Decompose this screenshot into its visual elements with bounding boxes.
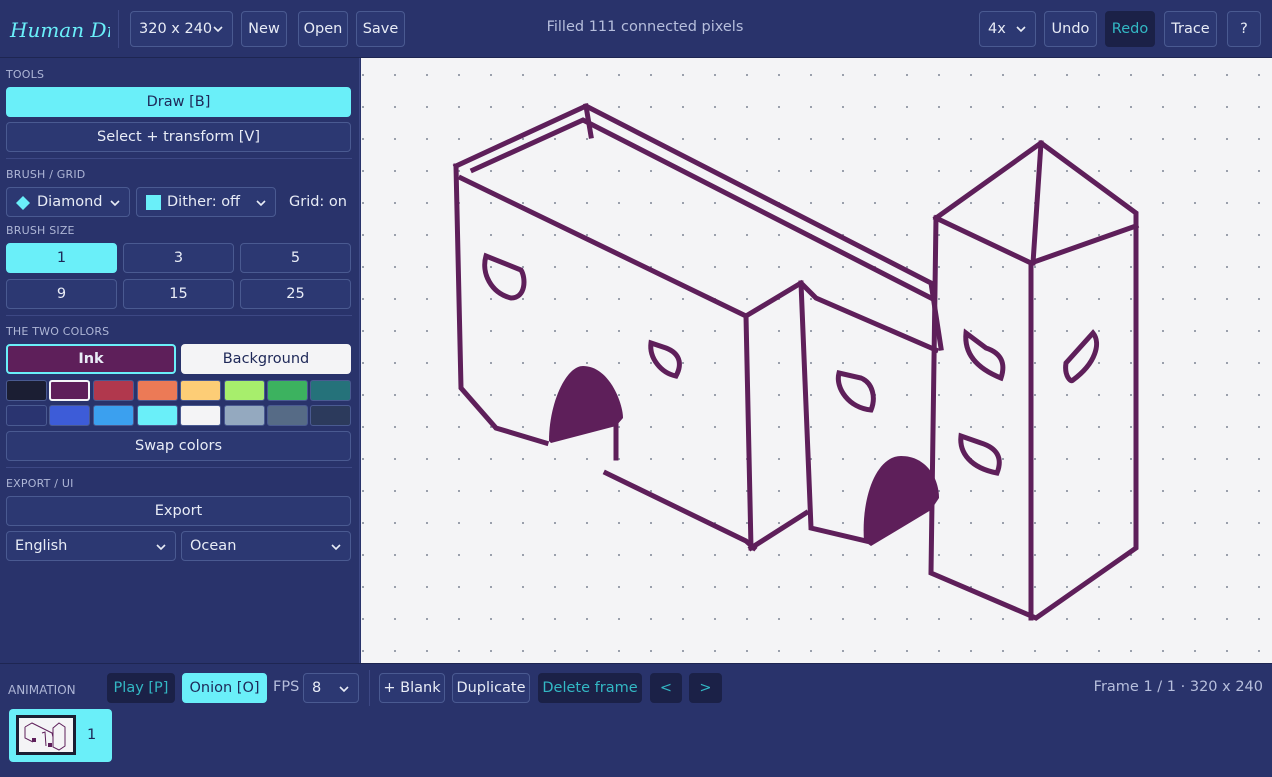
- status-message: Filled 111 connected pixels: [546, 19, 744, 35]
- undo-button[interactable]: Undo: [1044, 11, 1097, 47]
- onion-skin-button[interactable]: Onion [O]: [182, 673, 267, 703]
- play-button[interactable]: Play [P]: [107, 673, 175, 703]
- palette-swatch[interactable]: [137, 380, 178, 401]
- open-button[interactable]: Open: [298, 11, 348, 47]
- canvas-size-select[interactable]: 320 x 240: [130, 11, 233, 47]
- chevron-down-icon: [110, 200, 120, 207]
- frame-thumbnail[interactable]: 1: [9, 709, 112, 762]
- palette-swatch[interactable]: [180, 380, 221, 401]
- add-blank-frame-button[interactable]: + Blank: [379, 673, 445, 703]
- palette-swatch[interactable]: [267, 380, 308, 401]
- svg-text:Human Draw: Human Draw: [9, 18, 110, 42]
- grid-toggle[interactable]: Grid: on: [289, 194, 347, 210]
- canvas-drawing[interactable]: [361, 58, 1272, 663]
- export-heading: EXPORT / UI: [6, 477, 74, 490]
- animation-heading: ANIMATION: [8, 683, 76, 697]
- palette-swatch[interactable]: [310, 380, 351, 401]
- diamond-icon: [16, 196, 30, 210]
- fps-label: FPS: [273, 679, 300, 695]
- chevron-down-icon: [213, 26, 223, 33]
- language-select[interactable]: English: [6, 531, 176, 561]
- brush-size-9[interactable]: 9: [6, 279, 117, 309]
- brush-grid-heading: BRUSH / GRID: [6, 168, 86, 181]
- palette-swatch[interactable]: [93, 380, 134, 401]
- section-divider: [6, 467, 352, 468]
- redo-button[interactable]: Redo: [1105, 11, 1155, 47]
- colors-heading: THE TWO COLORS: [6, 325, 110, 338]
- palette-swatch[interactable]: [310, 405, 351, 426]
- palette-swatch[interactable]: [224, 405, 265, 426]
- frame-info: Frame 1 / 1 · 320 x 240: [1093, 679, 1263, 695]
- palette-swatch[interactable]: [180, 405, 221, 426]
- chevron-down-icon: [256, 200, 266, 207]
- palette-swatch[interactable]: [6, 380, 47, 401]
- brush-size-25[interactable]: 25: [240, 279, 351, 309]
- brush-size-1[interactable]: 1: [6, 243, 117, 273]
- fps-select[interactable]: 8: [303, 673, 359, 703]
- section-divider: [6, 315, 352, 316]
- new-button[interactable]: New: [241, 11, 287, 47]
- duplicate-frame-button[interactable]: Duplicate: [452, 673, 530, 703]
- brush-size-heading: BRUSH SIZE: [6, 224, 75, 237]
- dither-swatch: [146, 195, 161, 210]
- palette-swatch[interactable]: [93, 405, 134, 426]
- chevron-down-icon: [331, 544, 341, 551]
- chevron-down-icon: [1016, 26, 1026, 33]
- tool-select-transform[interactable]: Select + transform [V]: [6, 122, 351, 152]
- previous-frame-button[interactable]: <: [650, 673, 682, 703]
- export-button[interactable]: Export: [6, 496, 351, 526]
- frame-number: 1: [87, 727, 97, 743]
- theme-select[interactable]: Ocean: [181, 531, 351, 561]
- palette-swatch-selected[interactable]: [49, 380, 90, 401]
- tools-heading: TOOLS: [6, 68, 45, 81]
- brush-size-15[interactable]: 15: [123, 279, 234, 309]
- sidebar: TOOLS Draw [B] Select + transform [V] BR…: [0, 58, 360, 663]
- palette-swatch[interactable]: [6, 405, 47, 426]
- delete-frame-button[interactable]: Delete frame: [538, 673, 642, 703]
- chevron-down-icon: [156, 544, 166, 551]
- toolbar-divider: [118, 10, 119, 48]
- ink-color-button[interactable]: Ink: [6, 344, 176, 374]
- chevron-down-icon: [339, 686, 349, 693]
- palette-swatch[interactable]: [267, 405, 308, 426]
- help-button[interactable]: ?: [1227, 11, 1261, 47]
- brush-size-3[interactable]: 3: [123, 243, 234, 273]
- palette-swatch[interactable]: [49, 405, 90, 426]
- dither-select[interactable]: Dither: off: [136, 187, 276, 217]
- palette-swatch[interactable]: [224, 380, 265, 401]
- save-button[interactable]: Save: [356, 11, 405, 47]
- brush-size-5[interactable]: 5: [240, 243, 351, 273]
- next-frame-button[interactable]: >: [689, 673, 722, 703]
- frame-preview-image: [16, 715, 76, 755]
- drawing-canvas[interactable]: [361, 58, 1272, 663]
- tool-draw[interactable]: Draw [B]: [6, 87, 351, 117]
- top-toolbar: Human Draw 320 x 240 New Open Save Fille…: [0, 0, 1272, 58]
- toolbar-divider: [369, 670, 370, 706]
- palette-swatch[interactable]: [137, 405, 178, 426]
- animation-panel: ANIMATION Play [P] Onion [O] FPS 8 + Bla…: [0, 663, 1272, 777]
- trace-button[interactable]: Trace: [1164, 11, 1217, 47]
- section-divider: [6, 158, 352, 159]
- brush-shape-select[interactable]: Diamond: [6, 187, 130, 217]
- zoom-select[interactable]: 4x: [979, 11, 1036, 47]
- background-color-button[interactable]: Background: [181, 344, 351, 374]
- app-logo: Human Draw: [9, 18, 110, 42]
- swap-colors-button[interactable]: Swap colors: [6, 431, 351, 461]
